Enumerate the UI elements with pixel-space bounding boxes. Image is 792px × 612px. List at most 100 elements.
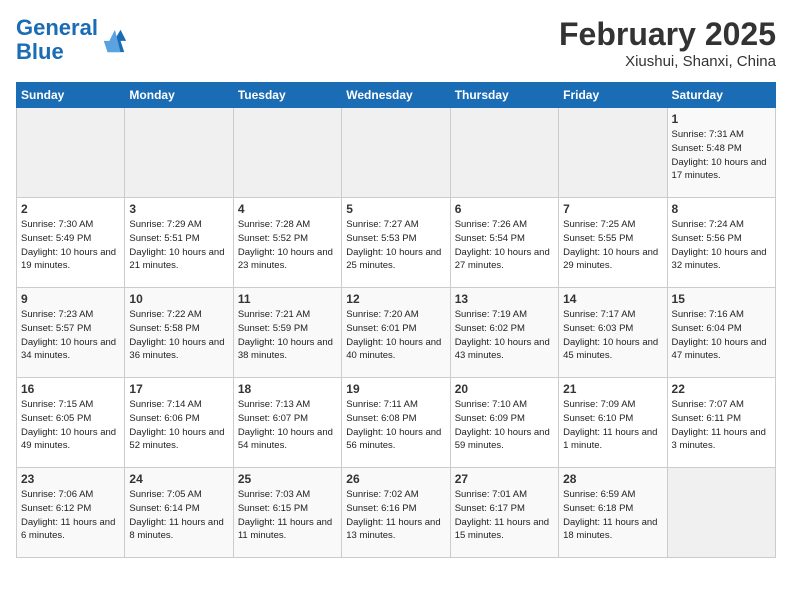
- day-number: 8: [672, 202, 771, 216]
- calendar-cell: 14 Sunrise: 7:17 AM Sunset: 6:03 PM Dayli…: [559, 288, 667, 378]
- day-info: Sunrise: 7:20 AM Sunset: 6:01 PM Dayligh…: [346, 308, 445, 363]
- day-info: Sunrise: 7:19 AM Sunset: 6:02 PM Dayligh…: [455, 308, 554, 363]
- calendar-cell: 21 Sunrise: 7:09 AM Sunset: 6:10 PM Dayli…: [559, 378, 667, 468]
- logo-general: General: [16, 15, 98, 40]
- day-number: 25: [238, 472, 337, 486]
- day-info: Sunrise: 7:06 AM Sunset: 6:12 PM Dayligh…: [21, 488, 120, 543]
- day-info: Sunrise: 7:15 AM Sunset: 6:05 PM Dayligh…: [21, 398, 120, 453]
- day-number: 17: [129, 382, 228, 396]
- weekday-header-saturday: Saturday: [667, 83, 775, 108]
- calendar-cell: [559, 108, 667, 198]
- day-number: 15: [672, 292, 771, 306]
- weekday-header-friday: Friday: [559, 83, 667, 108]
- day-number: 1: [672, 112, 771, 126]
- weekday-header-sunday: Sunday: [17, 83, 125, 108]
- calendar-cell: 16 Sunrise: 7:15 AM Sunset: 6:05 PM Dayli…: [17, 378, 125, 468]
- title-block: February 2025 Xiushui, Shanxi, China: [559, 16, 776, 70]
- day-number: 7: [563, 202, 662, 216]
- day-info: Sunrise: 7:27 AM Sunset: 5:53 PM Dayligh…: [346, 218, 445, 273]
- day-info: Sunrise: 7:17 AM Sunset: 6:03 PM Dayligh…: [563, 308, 662, 363]
- day-number: 14: [563, 292, 662, 306]
- logo-icon: [100, 26, 128, 54]
- calendar-cell: 19 Sunrise: 7:11 AM Sunset: 6:08 PM Dayli…: [342, 378, 450, 468]
- day-number: 6: [455, 202, 554, 216]
- day-number: 3: [129, 202, 228, 216]
- day-info: Sunrise: 7:10 AM Sunset: 6:09 PM Dayligh…: [455, 398, 554, 453]
- calendar-cell: 4 Sunrise: 7:28 AM Sunset: 5:52 PM Daylig…: [233, 198, 341, 288]
- calendar-cell: [667, 468, 775, 558]
- day-number: 4: [238, 202, 337, 216]
- day-info: Sunrise: 7:28 AM Sunset: 5:52 PM Dayligh…: [238, 218, 337, 273]
- calendar-cell: 8 Sunrise: 7:24 AM Sunset: 5:56 PM Daylig…: [667, 198, 775, 288]
- day-info: Sunrise: 7:16 AM Sunset: 6:04 PM Dayligh…: [672, 308, 771, 363]
- day-info: Sunrise: 7:03 AM Sunset: 6:15 PM Dayligh…: [238, 488, 337, 543]
- day-number: 16: [21, 382, 120, 396]
- day-number: 20: [455, 382, 554, 396]
- day-info: Sunrise: 6:59 AM Sunset: 6:18 PM Dayligh…: [563, 488, 662, 543]
- day-info: Sunrise: 7:13 AM Sunset: 6:07 PM Dayligh…: [238, 398, 337, 453]
- day-info: Sunrise: 7:02 AM Sunset: 6:16 PM Dayligh…: [346, 488, 445, 543]
- calendar-cell: [17, 108, 125, 198]
- calendar-cell: 13 Sunrise: 7:19 AM Sunset: 6:02 PM Dayli…: [450, 288, 558, 378]
- logo: General Blue: [16, 16, 128, 64]
- day-number: 24: [129, 472, 228, 486]
- day-info: Sunrise: 7:29 AM Sunset: 5:51 PM Dayligh…: [129, 218, 228, 273]
- calendar-cell: 11 Sunrise: 7:21 AM Sunset: 5:59 PM Dayli…: [233, 288, 341, 378]
- day-info: Sunrise: 7:21 AM Sunset: 5:59 PM Dayligh…: [238, 308, 337, 363]
- day-number: 9: [21, 292, 120, 306]
- day-number: 21: [563, 382, 662, 396]
- day-info: Sunrise: 7:09 AM Sunset: 6:10 PM Dayligh…: [563, 398, 662, 453]
- day-info: Sunrise: 7:14 AM Sunset: 6:06 PM Dayligh…: [129, 398, 228, 453]
- day-number: 2: [21, 202, 120, 216]
- day-info: Sunrise: 7:01 AM Sunset: 6:17 PM Dayligh…: [455, 488, 554, 543]
- calendar-cell: 10 Sunrise: 7:22 AM Sunset: 5:58 PM Dayli…: [125, 288, 233, 378]
- calendar-cell: 3 Sunrise: 7:29 AM Sunset: 5:51 PM Daylig…: [125, 198, 233, 288]
- day-info: Sunrise: 7:24 AM Sunset: 5:56 PM Dayligh…: [672, 218, 771, 273]
- calendar-cell: 5 Sunrise: 7:27 AM Sunset: 5:53 PM Daylig…: [342, 198, 450, 288]
- weekday-header-wednesday: Wednesday: [342, 83, 450, 108]
- calendar-cell: 25 Sunrise: 7:03 AM Sunset: 6:15 PM Dayli…: [233, 468, 341, 558]
- calendar-cell: 26 Sunrise: 7:02 AM Sunset: 6:16 PM Dayli…: [342, 468, 450, 558]
- calendar-subtitle: Xiushui, Shanxi, China: [559, 53, 776, 70]
- day-number: 10: [129, 292, 228, 306]
- day-number: 12: [346, 292, 445, 306]
- calendar-cell: 28 Sunrise: 6:59 AM Sunset: 6:18 PM Dayli…: [559, 468, 667, 558]
- calendar-cell: 24 Sunrise: 7:05 AM Sunset: 6:14 PM Dayli…: [125, 468, 233, 558]
- day-number: 23: [21, 472, 120, 486]
- day-info: Sunrise: 7:26 AM Sunset: 5:54 PM Dayligh…: [455, 218, 554, 273]
- day-info: Sunrise: 7:30 AM Sunset: 5:49 PM Dayligh…: [21, 218, 120, 273]
- calendar-cell: 27Sunrise: 7:01 AM Sunset: 6:17 PM Dayli…: [450, 468, 558, 558]
- calendar-cell: 18 Sunrise: 7:13 AM Sunset: 6:07 PM Dayli…: [233, 378, 341, 468]
- day-info: Sunrise: 7:25 AM Sunset: 5:55 PM Dayligh…: [563, 218, 662, 273]
- day-info: Sunrise: 7:22 AM Sunset: 5:58 PM Dayligh…: [129, 308, 228, 363]
- day-info: Sunrise: 7:07 AM Sunset: 6:11 PM Dayligh…: [672, 398, 771, 453]
- weekday-header-tuesday: Tuesday: [233, 83, 341, 108]
- calendar-cell: [233, 108, 341, 198]
- calendar-cell: 6 Sunrise: 7:26 AM Sunset: 5:54 PM Daylig…: [450, 198, 558, 288]
- day-number: 19: [346, 382, 445, 396]
- calendar-title: February 2025: [559, 16, 776, 53]
- calendar-cell: [450, 108, 558, 198]
- day-info: Sunrise: 7:31 AM Sunset: 5:48 PM Dayligh…: [672, 128, 771, 183]
- day-number: 28: [563, 472, 662, 486]
- calendar-cell: 23 Sunrise: 7:06 AM Sunset: 6:12 PM Dayli…: [17, 468, 125, 558]
- calendar-table: SundayMondayTuesdayWednesdayThursdayFrid…: [16, 82, 776, 558]
- calendar-cell: 20 Sunrise: 7:10 AM Sunset: 6:09 PM Dayli…: [450, 378, 558, 468]
- day-number: 22: [672, 382, 771, 396]
- day-info: Sunrise: 7:23 AM Sunset: 5:57 PM Dayligh…: [21, 308, 120, 363]
- calendar-cell: 12 Sunrise: 7:20 AM Sunset: 6:01 PM Dayli…: [342, 288, 450, 378]
- day-info: Sunrise: 7:11 AM Sunset: 6:08 PM Dayligh…: [346, 398, 445, 453]
- calendar-cell: [342, 108, 450, 198]
- day-number: 26: [346, 472, 445, 486]
- day-number: 13: [455, 292, 554, 306]
- calendar-cell: 7 Sunrise: 7:25 AM Sunset: 5:55 PM Daylig…: [559, 198, 667, 288]
- weekday-header-monday: Monday: [125, 83, 233, 108]
- calendar-cell: 22 Sunrise: 7:07 AM Sunset: 6:11 PM Dayli…: [667, 378, 775, 468]
- calendar-cell: 1 Sunrise: 7:31 AM Sunset: 5:48 PM Daylig…: [667, 108, 775, 198]
- calendar-cell: 2 Sunrise: 7:30 AM Sunset: 5:49 PM Daylig…: [17, 198, 125, 288]
- day-number: 5: [346, 202, 445, 216]
- day-number: 11: [238, 292, 337, 306]
- page-header: General Blue February 2025 Xiushui, Shan…: [16, 16, 776, 70]
- day-info: Sunrise: 7:05 AM Sunset: 6:14 PM Dayligh…: [129, 488, 228, 543]
- day-number: 18: [238, 382, 337, 396]
